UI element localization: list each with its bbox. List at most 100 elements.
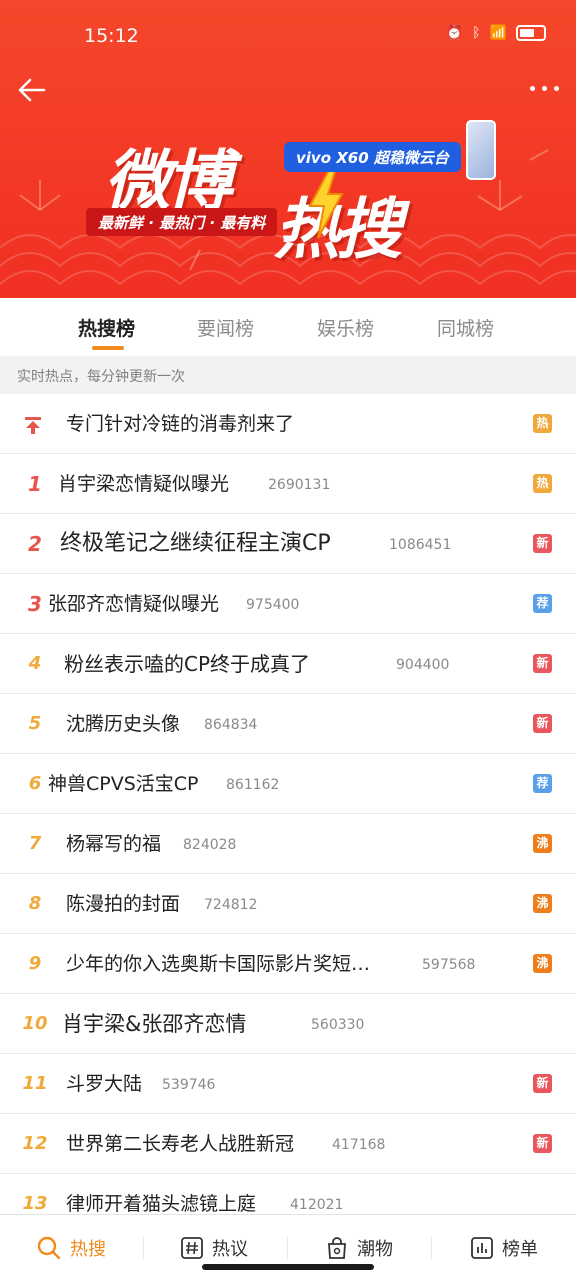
nav-divider	[431, 1237, 432, 1259]
item-title: 斗罗大陆	[66, 1073, 143, 1095]
heat-count: 904400	[396, 657, 450, 673]
status-badge: 新	[533, 1074, 552, 1093]
status-badge: 新	[533, 534, 552, 553]
list-item[interactable]: 3 张邵齐恋情疑似曝光 975400 荐	[0, 574, 576, 634]
hot-badge: 热	[533, 414, 552, 433]
rank-number: 10	[22, 1013, 48, 1034]
update-note: 实时热点，每分钟更新一次	[0, 356, 576, 394]
item-title: 肖宇梁&张邵齐恋情	[62, 1012, 247, 1036]
nav-rankings[interactable]: 榜单	[470, 1215, 538, 1280]
item-title: 少年的你入选奥斯卡国际影片奖短…	[66, 953, 371, 975]
shopping-bag-icon	[328, 1237, 346, 1259]
status-bar: 15:12 ⏰ ᛒ 📶	[0, 0, 576, 72]
item-title: 杨幂写的福	[66, 833, 162, 855]
item-title: 粉丝表示嗑的CP终于成真了	[64, 652, 311, 676]
status-badge: 荐	[533, 594, 552, 613]
tab-hot-search[interactable]: 热搜榜	[78, 314, 135, 341]
rank-number: 1	[28, 472, 42, 496]
sponsor-tag[interactable]: vivo X60 超稳微云台	[284, 142, 461, 172]
item-title: 肖宇梁恋情疑似曝光	[58, 473, 230, 495]
rank-number: 6	[28, 773, 42, 794]
search-icon	[37, 1236, 61, 1260]
list-item[interactable]: 12 世界第二长寿老人战胜新冠 417168 新	[0, 1114, 576, 1174]
lightning-icon	[308, 168, 344, 238]
status-badge: 新	[533, 1134, 552, 1153]
hashtag-icon	[181, 1237, 203, 1259]
hot-search-list: 专门针对冷链的消毒剂来了 热 1 肖宇梁恋情疑似曝光 2690131 热 2 终极笔记之继…	[0, 394, 576, 1234]
heat-count: 560330	[311, 1017, 365, 1033]
rank-number: 9	[28, 953, 42, 974]
pinned-item[interactable]: 专门针对冷链的消毒剂来了 热	[0, 394, 576, 454]
nav-trends[interactable]: 潮物	[325, 1215, 393, 1280]
rank-number: 8	[28, 893, 42, 914]
bottom-navigation: 热搜 热议 潮物 榜单	[0, 1214, 576, 1280]
heat-count: 539746	[162, 1077, 216, 1093]
wifi-icon: 📶	[489, 25, 507, 41]
chart-icon	[471, 1237, 493, 1259]
heat-count: 2690131	[268, 477, 331, 493]
heat-count: 724812	[204, 897, 258, 913]
item-title: 张邵齐恋情疑似曝光	[48, 593, 220, 615]
status-badge: 沸	[533, 894, 552, 913]
nav-label: 热搜	[70, 1239, 106, 1260]
status-badge: 沸	[533, 834, 552, 853]
hot-search-banner: 15:12 ⏰ ᛒ 📶 微博 热搜 vivo X60 超稳微云台 最新鲜 · 最…	[0, 0, 576, 298]
phone-image	[466, 120, 496, 180]
pinned-title: 专门针对冷链的消毒剂来了	[66, 413, 295, 435]
tab-local[interactable]: 同城榜	[437, 314, 494, 341]
item-title: 神兽CPVS活宝CP	[48, 773, 199, 795]
nav-divider	[143, 1237, 144, 1259]
list-item[interactable]: 11 斗罗大陆 539746 新	[0, 1054, 576, 1114]
heat-count: 417168	[332, 1137, 386, 1153]
item-title: 世界第二长寿老人战胜新冠	[66, 1133, 295, 1155]
item-title: 终极笔记之继续征程主演CP	[60, 531, 331, 556]
nav-label: 热议	[212, 1239, 248, 1260]
heat-count: 597568	[422, 957, 476, 973]
list-item[interactable]: 10 肖宇梁&张邵齐恋情 560330	[0, 994, 576, 1054]
status-badge: 荐	[533, 774, 552, 793]
category-tabs: 热搜榜 要闻榜 娱乐榜 同城榜	[0, 298, 576, 356]
bluetooth-icon: ᛒ	[472, 25, 481, 41]
heat-count: 975400	[246, 597, 300, 613]
list-item[interactable]: 1 肖宇梁恋情疑似曝光 2690131 热	[0, 454, 576, 514]
active-tab-indicator	[92, 346, 124, 350]
item-title: 沈腾历史头像	[66, 713, 181, 735]
heat-count: 861162	[226, 777, 280, 793]
list-item[interactable]: 5 沈腾历史头像 864834 新	[0, 694, 576, 754]
list-item[interactable]: 6 神兽CPVS活宝CP 861162 荐	[0, 754, 576, 814]
heat-count: 1086451	[389, 537, 452, 553]
status-badge: 沸	[533, 954, 552, 973]
more-options-icon[interactable]	[528, 78, 562, 98]
status-badge: 新	[533, 654, 552, 673]
rank-number: 2	[28, 532, 42, 556]
rank-number: 3	[28, 592, 42, 616]
back-arrow-icon[interactable]	[14, 72, 50, 108]
status-badge: 热	[533, 474, 552, 493]
rank-number: 4	[28, 653, 42, 674]
nav-label: 榜单	[502, 1239, 538, 1260]
status-icons: ⏰ ᛒ 📶	[446, 25, 546, 41]
list-item[interactable]: 8 陈漫拍的封面 724812 沸	[0, 874, 576, 934]
slogan-tag: 最新鲜 · 最热门 · 最有料	[86, 208, 278, 236]
list-item[interactable]: 9 少年的你入选奥斯卡国际影片奖短… 597568 沸	[0, 934, 576, 994]
list-item[interactable]: 2 终极笔记之继续征程主演CP 1086451 新	[0, 514, 576, 574]
nav-divider	[287, 1237, 288, 1259]
status-time: 15:12	[84, 25, 139, 47]
nav-label: 潮物	[357, 1239, 393, 1260]
list-item[interactable]: 7 杨幂写的福 824028 沸	[0, 814, 576, 874]
list-item[interactable]: 4 粉丝表示嗑的CP终于成真了 904400 新	[0, 634, 576, 694]
item-title: 陈漫拍的封面	[66, 893, 181, 915]
tab-news[interactable]: 要闻榜	[197, 314, 254, 341]
pin-top-icon	[25, 417, 41, 434]
rank-number: 7	[28, 833, 42, 854]
home-indicator	[202, 1264, 374, 1270]
rank-number: 11	[22, 1073, 48, 1094]
status-badge: 新	[533, 714, 552, 733]
rank-number: 12	[22, 1133, 48, 1154]
nav-hot-search[interactable]: 热搜	[36, 1215, 106, 1280]
tab-entertainment[interactable]: 娱乐榜	[317, 314, 374, 341]
alarm-icon: ⏰	[445, 25, 464, 41]
battery-icon	[516, 25, 546, 41]
heat-count: 864834	[204, 717, 258, 733]
nav-discussion[interactable]: 热议	[180, 1215, 248, 1280]
